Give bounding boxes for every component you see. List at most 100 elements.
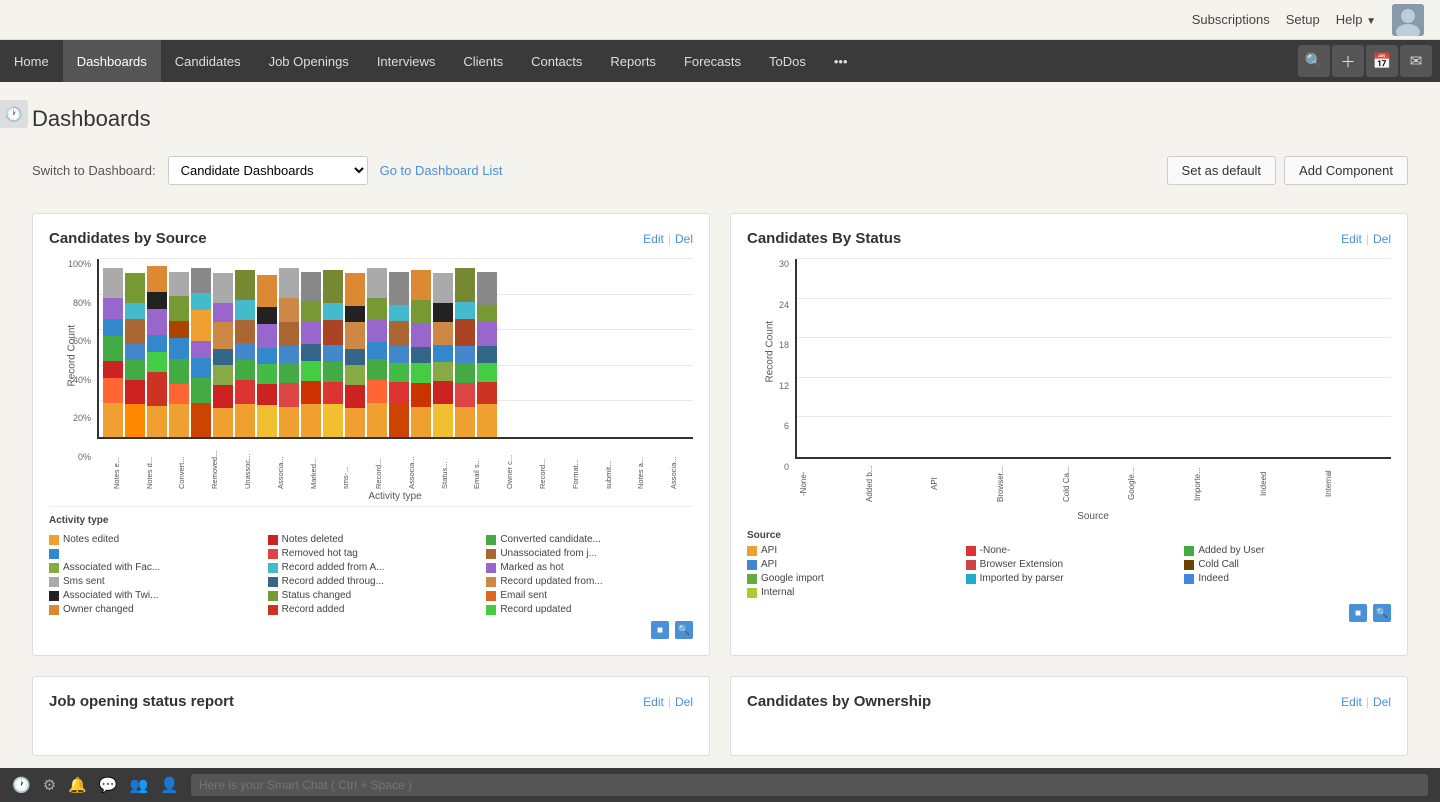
list-item: Record updated [486,604,693,615]
search-button[interactable]: 🔍 [1298,45,1330,77]
table-row[interactable] [103,268,123,437]
chart3-edit[interactable]: Edit [643,695,664,709]
chart1-edit[interactable]: Edit [643,232,664,246]
chart3-actions: Edit | Del [643,695,693,709]
table-row[interactable] [455,268,475,437]
chart2-x-axis-title: Source [795,511,1391,522]
add-component-button[interactable]: Add Component [1284,156,1408,185]
nav-dashboards[interactable]: Dashboards [63,40,161,82]
chart1-legend-section: Activity type Notes edited Notes deleted… [49,506,693,615]
chart1-bars [97,259,693,439]
chart4-header: Candidates by Ownership Edit | Del [747,693,1391,710]
list-item: Internal [747,587,954,598]
top-bar: Subscriptions Setup Help ▼ ▼ [0,0,1440,40]
list-item: Added by User [1184,545,1391,556]
list-item: Associated with Twi... [49,590,256,601]
table-row[interactable] [213,273,233,437]
chart-job-opening-status: Job opening status report Edit | Del [32,676,710,756]
table-row[interactable] [147,266,167,437]
dashboard-list-link[interactable]: Go to Dashboard List [380,163,503,178]
chart-candidates-by-source: Candidates by Source Edit | Del Record C… [32,213,710,656]
list-item: Associated with Fac... [49,562,256,573]
list-item: Notes edited [49,534,256,545]
table-row[interactable] [235,270,255,437]
table-row[interactable] [191,268,211,437]
search-icon: 🔍 [1305,52,1324,70]
chart1-stacked-bars [103,259,689,437]
list-item: Email sent [486,590,693,601]
help-dropdown-icon: ▼ [1366,16,1376,27]
status-bar: 🕐 ⚙ 🔔 💬 👥 👤 [0,768,1440,802]
table-row[interactable] [411,270,431,437]
nav-job-openings[interactable]: Job Openings [255,40,363,82]
table-row[interactable] [301,271,321,437]
nav-clients[interactable]: Clients [449,40,517,82]
sidebar-clock[interactable]: 🕐 [0,100,28,128]
chart2-edit[interactable]: Edit [1341,232,1362,246]
chart1-title: Candidates by Source [49,230,643,247]
chart2-zoom-btn[interactable]: 🔍 [1373,604,1391,622]
chart2-bars [795,259,1391,459]
chart1-area: Record Count 100% 80% 60% 40% 20% 0% [49,259,693,502]
table-row[interactable] [169,271,189,437]
chart-candidates-by-ownership: Candidates by Ownership Edit | Del [730,676,1408,756]
calendar-button[interactable]: 📅 [1366,45,1398,77]
chart4-actions: Edit | Del [1341,695,1391,709]
list-item: Unassociated from j... [486,548,693,559]
chart2-legend-section: Source API -None- Added by User API Brow… [747,522,1391,598]
table-row[interactable] [433,273,453,437]
nav-candidates[interactable]: Candidates [161,40,255,82]
chart1-legend-title: Activity type [49,515,693,526]
chart3-del[interactable]: Del [675,695,693,709]
status-chat-icon[interactable]: 💬 [99,776,118,794]
dashboard-select[interactable]: Candidate Dashboards [168,156,368,185]
list-item: Record added [268,604,475,615]
nav-todos[interactable]: ToDos [755,40,820,82]
status-person-icon[interactable]: 👤 [160,776,179,794]
status-settings-icon[interactable]: ⚙ [43,776,56,794]
set-default-button[interactable]: Set as default [1167,156,1277,185]
help-link[interactable]: Help ▼ [1336,12,1376,27]
status-users-icon[interactable]: 👥 [130,776,149,794]
list-item: Indeed [1184,573,1391,584]
table-row[interactable] [257,275,277,437]
nav-contacts[interactable]: Contacts [517,40,596,82]
chart2-color-btn[interactable]: ■ [1349,604,1367,622]
nav-forecasts[interactable]: Forecasts [670,40,755,82]
nav-more[interactable]: ••• [820,40,862,82]
chart1-zoom-btn[interactable]: 🔍 [675,621,693,639]
chart1-x-axis-title: Activity type [97,491,693,502]
status-clock-icon[interactable]: 🕐 [12,776,31,794]
nav-interviews[interactable]: Interviews [363,40,450,82]
table-row[interactable] [125,273,145,437]
table-row[interactable] [279,268,299,437]
nav-reports[interactable]: Reports [596,40,670,82]
smart-chat-input[interactable] [191,774,1428,796]
table-row[interactable] [345,273,365,437]
setup-link[interactable]: Setup [1286,12,1320,27]
chart1-del[interactable]: Del [675,232,693,246]
table-row[interactable] [323,270,343,437]
status-bell-icon[interactable]: 🔔 [68,776,87,794]
chart3-header: Job opening status report Edit | Del [49,693,693,710]
nav-home[interactable]: Home [0,40,63,82]
subscriptions-link[interactable]: Subscriptions [1192,12,1270,27]
chart2-del[interactable]: Del [1373,232,1391,246]
calendar-icon: 📅 [1373,52,1392,70]
chart4-del[interactable]: Del [1373,695,1391,709]
dashboard-controls: Switch to Dashboard: Candidate Dashboard… [32,156,1408,185]
chart1-color-btn[interactable]: ■ [651,621,669,639]
list-item: Removed hot tag [268,548,475,559]
table-row[interactable] [367,268,387,437]
add-button[interactable]: ＋ [1332,45,1364,77]
chart3-title: Job opening status report [49,693,643,710]
table-row[interactable] [389,271,409,437]
list-item: Status changed [268,590,475,601]
chart4-edit[interactable]: Edit [1341,695,1362,709]
avatar[interactable]: ▼ [1392,4,1424,36]
nav-right-icons: 🔍 ＋ 📅 ✉ [1298,40,1440,82]
email-button[interactable]: ✉ [1400,45,1432,77]
plus-icon: ＋ [1340,51,1355,72]
table-row[interactable] [477,271,497,437]
switch-label: Switch to Dashboard: [32,163,156,178]
